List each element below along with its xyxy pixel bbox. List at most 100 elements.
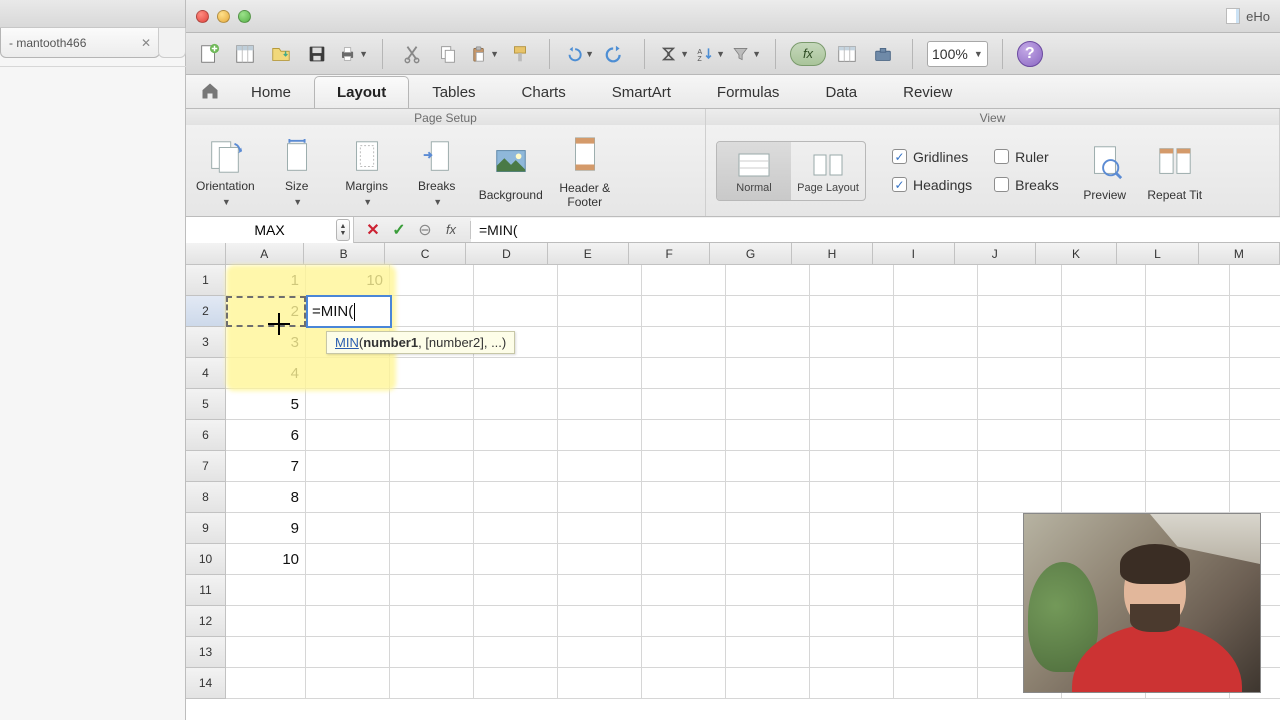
cell[interactable] — [642, 420, 726, 451]
ribbon-tab-tables[interactable]: Tables — [409, 76, 498, 108]
cell[interactable] — [894, 451, 978, 482]
cell[interactable] — [1062, 389, 1146, 420]
row-header[interactable]: 7 — [186, 451, 226, 482]
row-header[interactable]: 6 — [186, 420, 226, 451]
ribbon-tab-charts[interactable]: Charts — [499, 76, 589, 108]
cell[interactable] — [810, 482, 894, 513]
cell[interactable] — [894, 327, 978, 358]
cell[interactable] — [726, 637, 810, 668]
column-header[interactable]: F — [629, 243, 710, 265]
column-header[interactable]: M — [1199, 243, 1280, 265]
cell[interactable] — [894, 637, 978, 668]
cell[interactable] — [894, 513, 978, 544]
cell[interactable] — [642, 482, 726, 513]
size-button[interactable]: Size ▼ — [269, 135, 325, 207]
print-button[interactable]: ▼ — [338, 39, 368, 69]
ribbon-tab-layout[interactable]: Layout — [314, 76, 409, 108]
cell[interactable] — [1062, 296, 1146, 327]
cell[interactable] — [558, 420, 642, 451]
preview-button[interactable]: Preview — [1077, 140, 1133, 202]
cell[interactable] — [390, 265, 474, 296]
row-header[interactable]: 9 — [186, 513, 226, 544]
copy-button[interactable] — [433, 39, 463, 69]
cell[interactable] — [810, 451, 894, 482]
cell[interactable] — [642, 513, 726, 544]
row-header[interactable]: 11 — [186, 575, 226, 606]
cell[interactable] — [558, 265, 642, 296]
cell[interactable] — [978, 482, 1062, 513]
margins-button[interactable]: Margins ▼ — [339, 135, 395, 207]
cell[interactable] — [558, 482, 642, 513]
cell[interactable] — [810, 358, 894, 389]
autosum-button[interactable]: ▼ — [659, 39, 689, 69]
cell[interactable] — [390, 420, 474, 451]
row-header[interactable]: 8 — [186, 482, 226, 513]
cell[interactable] — [978, 358, 1062, 389]
help-button[interactable]: ? — [1017, 41, 1043, 67]
cell[interactable] — [306, 358, 390, 389]
cell[interactable] — [810, 327, 894, 358]
cell[interactable] — [474, 451, 558, 482]
view-page-layout-option[interactable]: Page Layout — [791, 142, 865, 200]
cell[interactable]: 3 — [226, 327, 306, 358]
row-header[interactable]: 2 — [186, 296, 226, 327]
function-tooltip[interactable]: MIN(number1, [number2], ...) — [326, 331, 515, 354]
cell[interactable] — [306, 513, 390, 544]
headings-checkbox[interactable]: ✓Headings — [892, 177, 972, 193]
view-mode-toggle[interactable]: Normal Page Layout — [716, 141, 866, 201]
cell[interactable] — [474, 265, 558, 296]
cell[interactable] — [306, 544, 390, 575]
cell[interactable] — [390, 513, 474, 544]
cell[interactable] — [894, 575, 978, 606]
cell[interactable] — [726, 451, 810, 482]
editing-cell[interactable]: =MIN( — [306, 295, 392, 328]
column-header[interactable]: I — [873, 243, 954, 265]
cell[interactable] — [306, 606, 390, 637]
toggle-reference-button[interactable] — [832, 39, 862, 69]
cell[interactable] — [894, 482, 978, 513]
cell[interactable] — [810, 513, 894, 544]
cell[interactable] — [1062, 451, 1146, 482]
ribbon-tab-smartart[interactable]: SmartArt — [589, 76, 694, 108]
redo-button[interactable] — [600, 39, 630, 69]
cell[interactable] — [642, 265, 726, 296]
cell[interactable] — [1146, 265, 1230, 296]
cell[interactable] — [726, 575, 810, 606]
undo-button[interactable]: ▼ — [564, 39, 594, 69]
cell[interactable] — [726, 668, 810, 699]
cell[interactable] — [978, 296, 1062, 327]
column-header[interactable]: B — [304, 243, 385, 265]
cell[interactable] — [390, 575, 474, 606]
cell[interactable] — [642, 575, 726, 606]
insert-icon[interactable]: ⊖ — [416, 221, 434, 239]
cell[interactable] — [726, 327, 810, 358]
cell[interactable] — [558, 451, 642, 482]
cell[interactable] — [306, 451, 390, 482]
cell[interactable] — [558, 668, 642, 699]
column-header[interactable]: D — [466, 243, 547, 265]
new-from-template-button[interactable] — [230, 39, 260, 69]
cell[interactable] — [894, 389, 978, 420]
cell[interactable] — [810, 668, 894, 699]
cell[interactable] — [390, 296, 474, 327]
column-header[interactable]: L — [1117, 243, 1198, 265]
column-header[interactable]: C — [385, 243, 466, 265]
row-header[interactable]: 14 — [186, 668, 226, 699]
row-header[interactable]: 4 — [186, 358, 226, 389]
row-header[interactable]: 5 — [186, 389, 226, 420]
cell[interactable] — [726, 358, 810, 389]
gridlines-checkbox[interactable]: ✓Gridlines — [892, 149, 972, 165]
minimize-window-button[interactable] — [217, 10, 230, 23]
cell[interactable] — [642, 451, 726, 482]
background-button[interactable]: Background — [479, 140, 543, 202]
cell[interactable]: 10 — [306, 265, 390, 296]
ribbon-tab-formulas[interactable]: Formulas — [694, 76, 803, 108]
cell[interactable] — [642, 637, 726, 668]
cell[interactable] — [810, 544, 894, 575]
cell[interactable] — [726, 482, 810, 513]
cell[interactable] — [894, 296, 978, 327]
ribbon-tab-review[interactable]: Review — [880, 76, 975, 108]
cell[interactable] — [390, 358, 474, 389]
home-icon[interactable] — [200, 81, 220, 101]
column-header[interactable]: J — [955, 243, 1036, 265]
